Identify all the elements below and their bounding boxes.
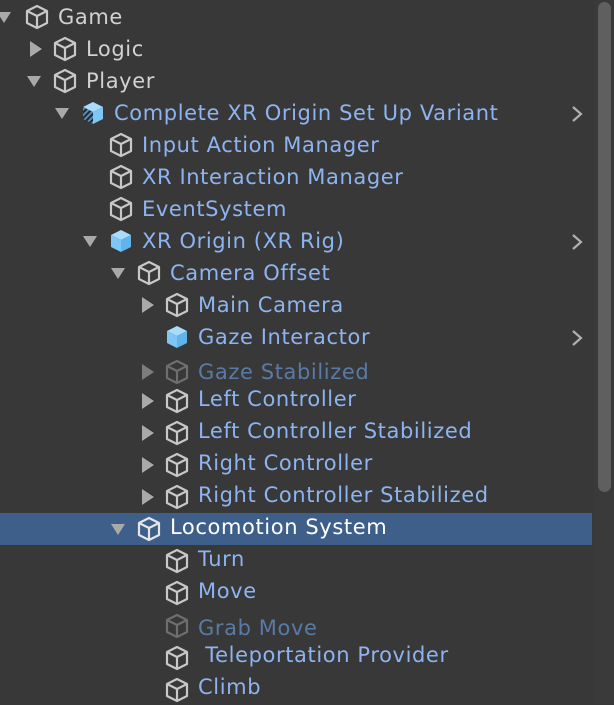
expand-arrow-icon[interactable] <box>83 236 97 247</box>
hierarchy-row-main-camera[interactable]: Main Camera <box>0 289 592 321</box>
hierarchy-row-locomotion-system[interactable]: Locomotion System <box>0 513 592 545</box>
hierarchy-row-player[interactable]: Player <box>0 65 592 97</box>
row-label: Left Controller <box>198 387 357 411</box>
chevron-right-icon[interactable] <box>570 104 584 124</box>
row-label: Game <box>58 5 123 29</box>
expand-arrow-icon[interactable] <box>27 76 41 87</box>
gameobject-icon <box>164 677 190 703</box>
collapse-arrow-icon[interactable] <box>142 425 154 441</box>
chevron-right-icon[interactable] <box>570 328 584 348</box>
row-label: Logic <box>86 37 144 61</box>
hierarchy-row-xr-origin[interactable]: XR Origin (XR Rig) <box>0 225 592 257</box>
gameobject-icon <box>52 68 78 94</box>
row-label: Left Controller Stabilized <box>198 419 473 443</box>
row-label: Gaze Interactor <box>198 325 371 349</box>
gameobject-icon <box>136 516 162 542</box>
gameobject-icon <box>164 420 190 446</box>
gameobject-icon <box>164 645 190 671</box>
collapse-arrow-icon[interactable] <box>142 457 154 473</box>
row-label: Gaze Stabilized <box>198 360 370 384</box>
gameobject-icon <box>136 260 162 286</box>
row-label: Main Camera <box>198 293 344 317</box>
collapse-arrow-icon[interactable] <box>142 393 154 409</box>
hierarchy-row-climb[interactable]: Climb <box>0 673 592 705</box>
hierarchy-row-gaze-interactor[interactable]: Gaze Interactor <box>0 321 592 353</box>
hierarchy-row-left-controller-stabilized[interactable]: Left Controller Stabilized <box>0 417 592 449</box>
row-label: Move <box>198 579 257 603</box>
hierarchy-row-gaze-stabilized[interactable]: Gaze Stabilized <box>0 356 592 388</box>
row-label: Player <box>86 69 155 93</box>
row-label: Turn <box>198 547 245 571</box>
row-label: XR Origin (XR Rig) <box>142 229 345 253</box>
collapse-arrow-icon[interactable] <box>30 41 42 57</box>
expand-arrow-icon[interactable] <box>0 12 11 23</box>
prefab-icon <box>108 228 134 254</box>
gameobject-icon <box>52 36 78 62</box>
chevron-right-icon[interactable] <box>570 232 584 252</box>
gameobject-icon <box>164 548 190 574</box>
gameobject-icon <box>164 359 190 385</box>
collapse-arrow-icon[interactable] <box>142 489 154 505</box>
row-label: Right Controller <box>198 451 373 475</box>
gameobject-icon <box>108 196 134 222</box>
row-label: Right Controller Stabilized <box>198 483 489 507</box>
hierarchy-row-camera-offset[interactable]: Camera Offset <box>0 257 592 289</box>
hierarchy-row-logic[interactable]: Logic <box>0 33 592 65</box>
hierarchy-row-right-controller-stabilized[interactable]: Right Controller Stabilized <box>0 481 592 513</box>
hierarchy-row-teleportation-provider[interactable]: Teleportation Provider <box>0 641 592 673</box>
hierarchy-panel: Game Logic Player Complete XR Origin Set… <box>0 0 592 704</box>
row-label: Input Action Manager <box>142 133 380 157</box>
gameobject-icon <box>164 484 190 510</box>
collapse-arrow-icon[interactable] <box>142 364 154 380</box>
gameobject-icon <box>108 132 134 158</box>
gameobject-icon <box>108 164 134 190</box>
gameobject-icon <box>164 292 190 318</box>
gameobject-icon <box>24 4 50 30</box>
expand-arrow-icon[interactable] <box>111 268 125 279</box>
hierarchy-row-xr-interaction-manager[interactable]: XR Interaction Manager <box>0 161 592 193</box>
hierarchy-row-left-controller[interactable]: Left Controller <box>0 385 592 417</box>
hierarchy-row-grab-move[interactable]: Grab Move <box>0 612 592 644</box>
hierarchy-row-turn[interactable]: Turn <box>0 545 592 577</box>
row-label: Teleportation Provider <box>198 643 449 667</box>
vertical-scrollbar[interactable] <box>594 0 614 704</box>
hierarchy-row-move[interactable]: Move <box>0 577 592 609</box>
prefab-variant-icon <box>80 100 106 126</box>
collapse-arrow-icon[interactable] <box>142 297 154 313</box>
hierarchy-row-eventsystem[interactable]: EventSystem <box>0 193 592 225</box>
hierarchy-row-input-action-manager[interactable]: Input Action Manager <box>0 129 592 161</box>
scrollbar-thumb[interactable] <box>598 2 611 492</box>
row-label: Grab Move <box>198 616 318 640</box>
hierarchy-row-game[interactable]: Game <box>0 1 592 33</box>
expand-arrow-icon[interactable] <box>111 524 125 535</box>
gameobject-icon <box>164 613 190 639</box>
gameobject-icon <box>164 580 190 606</box>
row-label: Locomotion System <box>170 515 388 539</box>
row-label: XR Interaction Manager <box>142 165 404 189</box>
expand-arrow-icon[interactable] <box>55 108 69 119</box>
row-label: EventSystem <box>142 197 288 221</box>
row-label: Complete XR Origin Set Up Variant <box>114 101 499 125</box>
prefab-icon <box>164 324 190 350</box>
gameobject-icon <box>164 388 190 414</box>
hierarchy-row-complete-xr-origin[interactable]: Complete XR Origin Set Up Variant <box>0 97 592 129</box>
hierarchy-row-right-controller[interactable]: Right Controller <box>0 449 592 481</box>
row-label: Camera Offset <box>170 261 331 285</box>
row-label: Climb <box>198 675 262 699</box>
gameobject-icon <box>164 452 190 478</box>
